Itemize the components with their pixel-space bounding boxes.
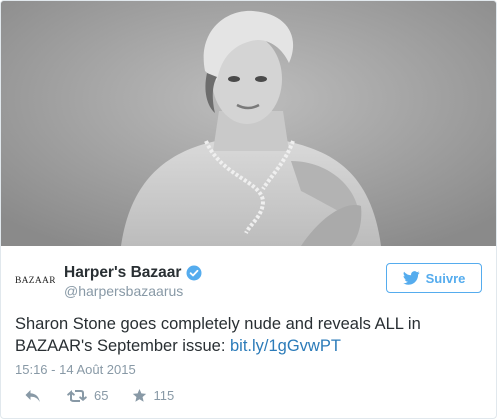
tweet-text-body: Sharon Stone goes completely nude and re… bbox=[15, 315, 421, 355]
tweet-photo[interactable] bbox=[1, 1, 496, 246]
follow-button-label: Suivre bbox=[425, 270, 466, 286]
tweet-header: BAZAAR Harper's Bazaar @harpersbazaarus … bbox=[15, 263, 482, 303]
display-name[interactable]: Harper's Bazaar bbox=[64, 264, 181, 282]
reply-icon bbox=[25, 389, 40, 402]
tweet-text: Sharon Stone goes completely nude and re… bbox=[15, 313, 480, 357]
tweet-timestamp[interactable]: 15:16 - 14 Août 2015 bbox=[15, 362, 136, 377]
follow-button[interactable]: Suivre bbox=[386, 263, 482, 293]
reply-button[interactable] bbox=[24, 389, 41, 403]
author-name-row[interactable]: Harper's Bazaar bbox=[64, 263, 202, 283]
avatar[interactable]: BAZAAR bbox=[15, 270, 55, 292]
embedded-tweet: BAZAAR Harper's Bazaar @harpersbazaarus … bbox=[0, 0, 497, 419]
like-button[interactable]: 115 bbox=[132, 388, 174, 403]
retweet-count: 65 bbox=[94, 388, 109, 403]
like-count: 115 bbox=[153, 388, 175, 403]
tweet-link[interactable]: bit.ly/1gGvwPT bbox=[230, 337, 341, 355]
verified-badge-icon bbox=[186, 265, 202, 281]
tweet-photo-image bbox=[1, 1, 496, 246]
tweet-actions: 65 115 bbox=[24, 388, 174, 403]
retweet-icon bbox=[67, 389, 87, 402]
twitter-bird-icon bbox=[402, 271, 420, 285]
author-handle[interactable]: @harpersbazaarus bbox=[64, 283, 183, 299]
retweet-button[interactable]: 65 bbox=[67, 388, 108, 403]
star-icon bbox=[133, 388, 147, 402]
